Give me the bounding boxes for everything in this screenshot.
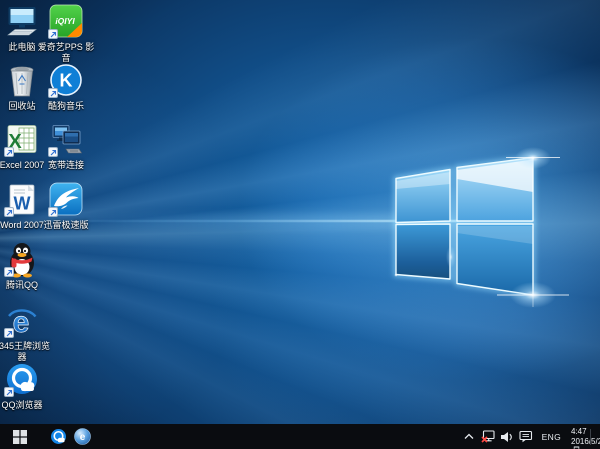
desktop-icon-xunlei[interactable]: 迅雷极速版 [36, 182, 96, 231]
start-button[interactable] [0, 424, 40, 449]
language-indicator[interactable]: ENG [538, 424, 565, 449]
system-tray: ENG 4:47 2016/5/24 星期二 [462, 424, 600, 449]
kugou-music-art: K [49, 63, 83, 99]
shortcut-arrow-icon [48, 147, 58, 157]
desktop-icon-qq-browser[interactable]: QQ浏览器 [0, 362, 52, 411]
desktop-screen: 此电脑 iQIYI 爱奇艺PPS 影音 回收站 K 酷狗音乐 X Excel 2… [0, 0, 600, 449]
tray-chevron-button[interactable] [462, 424, 477, 449]
network-status-button[interactable] [481, 424, 496, 449]
shortcut-arrow-icon [48, 88, 58, 98]
clock[interactable]: 4:47 2016/5/24 星期二 [569, 424, 584, 449]
iqiyi-pps-art: iQIYI [49, 4, 83, 40]
svg-text:iQIYI: iQIYI [55, 16, 75, 26]
desktop-icon-tencent-qq[interactable]: 腾讯QQ [0, 242, 52, 291]
desktop-icon-label: QQ浏览器 [1, 400, 42, 411]
excel-2007-art: X [5, 122, 39, 158]
this-pc-art [5, 4, 39, 40]
clock-date: 2016/5/24 星期二 [571, 437, 582, 449]
tencent-qq-art [5, 242, 39, 278]
desktop-icon-label: 回收站 [8, 101, 35, 112]
recycle-bin-icon [5, 63, 39, 99]
desktop-icon-broadband[interactable]: 宽带连接 [36, 122, 96, 171]
desktop-icon-label: 此电脑 [8, 42, 35, 53]
desktop-icon-label: 2345王牌浏览器 [0, 341, 52, 363]
shortcut-arrow-icon [4, 207, 14, 217]
desktop-icon-kugou-music[interactable]: K 酷狗音乐 [36, 63, 96, 112]
shortcut-arrow-icon [4, 328, 14, 338]
taskbar-button-2345-browser[interactable]: e [70, 424, 94, 449]
desktop-icon-label: 酷狗音乐 [48, 101, 84, 112]
desktop-icon-label: 宽带连接 [48, 160, 84, 171]
this-pc-icon [5, 4, 39, 40]
clock-time: 4:47 [571, 427, 582, 437]
tray-divider [590, 429, 591, 445]
desktop-icon-2345-browser[interactable]: e 2345王牌浏览器 [0, 303, 52, 363]
desktop-icon-grid: 此电脑 iQIYI 爱奇艺PPS 影音 回收站 K 酷狗音乐 X Excel 2… [0, 0, 600, 424]
speaker-icon [500, 431, 514, 443]
qq-browser-art [5, 362, 39, 398]
windows-start-icon [13, 430, 27, 444]
recycle-bin-art [5, 63, 39, 99]
desktop-icon-label: 腾讯QQ [6, 280, 38, 291]
shortcut-arrow-icon [48, 29, 58, 39]
desktop-icon-label: 爱奇艺PPS 影音 [36, 42, 96, 64]
svg-text:K: K [60, 71, 73, 91]
broadband-art [49, 122, 83, 158]
desktop-icon-iqiyi-pps[interactable]: iQIYI 爱奇艺PPS 影音 [36, 4, 96, 64]
2345-browser-taskbar-icon: e [74, 428, 91, 445]
chevron-up-icon [464, 433, 474, 440]
shortcut-arrow-icon [4, 147, 14, 157]
svg-text:W: W [14, 194, 31, 214]
volume-button[interactable] [500, 424, 515, 449]
shortcut-arrow-icon [48, 207, 58, 217]
svg-text:e: e [79, 432, 85, 443]
action-center-icon [519, 430, 533, 443]
qq-browser-taskbar-icon [50, 428, 67, 445]
shortcut-arrow-icon [4, 387, 14, 397]
2345-browser-art: e [5, 303, 39, 339]
taskbar-button-qq-browser[interactable] [46, 424, 70, 449]
shortcut-arrow-icon [4, 267, 14, 277]
taskbar-pinned-apps: e [46, 424, 94, 449]
action-center-button[interactable] [519, 424, 534, 449]
desktop-icon-label: 迅雷极速版 [43, 220, 88, 231]
word-2007-art: W [5, 182, 39, 218]
xunlei-art [49, 182, 83, 218]
show-desktop-button[interactable] [592, 424, 596, 449]
network-disconnected-icon [481, 430, 496, 443]
taskbar: e [0, 424, 600, 449]
